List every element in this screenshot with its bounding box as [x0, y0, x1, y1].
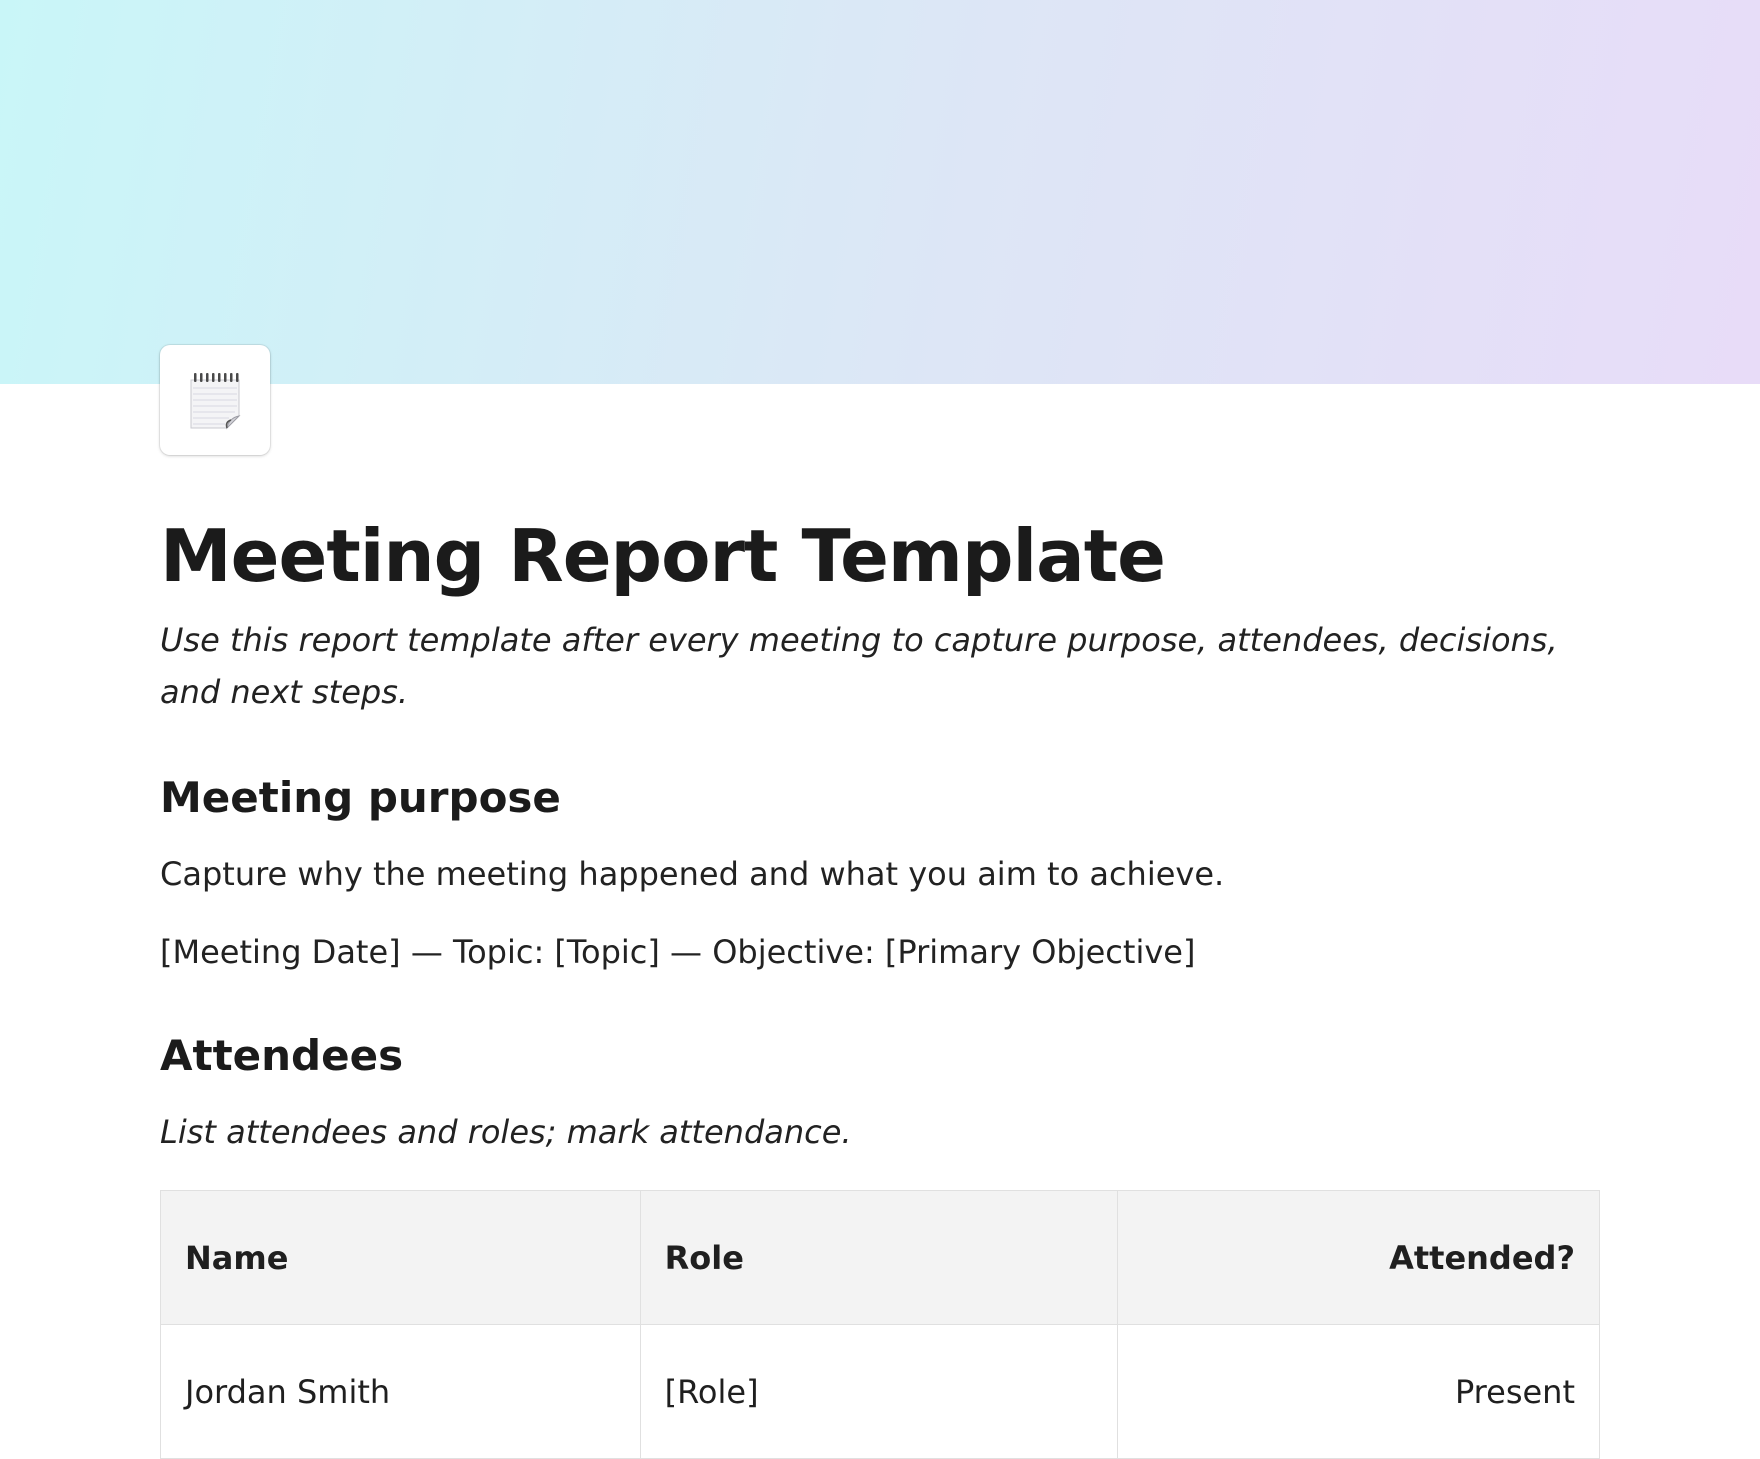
page-content: Meeting Report Template Use this report …	[160, 510, 1600, 1459]
notepad-icon[interactable]	[160, 345, 270, 455]
cell-role[interactable]: [Role]	[639, 1324, 1119, 1459]
attendees-table: Name Role Attended? Jordan Smith [Role] …	[160, 1190, 1600, 1459]
column-header-name[interactable]: Name	[160, 1190, 641, 1325]
purpose-description[interactable]: Capture why the meeting happened and wha…	[160, 850, 1600, 898]
table-header-row: Name Role Attended?	[160, 1190, 1600, 1325]
page-title[interactable]: Meeting Report Template	[160, 510, 1600, 602]
cell-attended[interactable]: Present	[1117, 1324, 1600, 1459]
purpose-details[interactable]: [Meeting Date] — Topic: [Topic] — Object…	[160, 928, 1600, 976]
attendees-description[interactable]: List attendees and roles; mark attendanc…	[160, 1108, 1600, 1156]
table-row: Jordan Smith [Role] Present	[160, 1324, 1600, 1459]
notepad-icon-graphic	[190, 373, 241, 430]
section-heading-purpose[interactable]: Meeting purpose	[160, 770, 1600, 826]
page-subtitle[interactable]: Use this report template after every mee…	[160, 614, 1600, 718]
cell-name[interactable]: Jordan Smith	[160, 1324, 641, 1459]
column-header-role[interactable]: Role	[639, 1190, 1119, 1325]
column-header-attended[interactable]: Attended?	[1117, 1190, 1600, 1325]
section-heading-attendees[interactable]: Attendees	[160, 1028, 1600, 1084]
page-cover	[0, 0, 1760, 384]
